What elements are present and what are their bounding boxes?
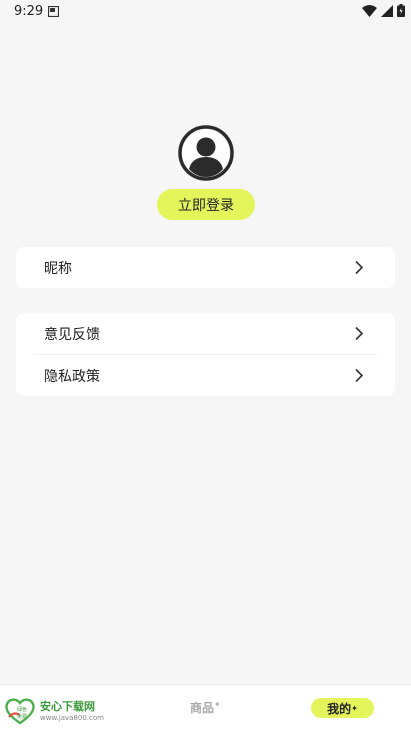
status-time: 9:29 [14,4,44,19]
signal-icon [381,4,393,17]
battery-icon [397,4,405,17]
chevron-right-icon [355,260,364,275]
wifi-icon [362,4,377,17]
nickname-card: 昵称 [16,247,395,288]
user-avatar-icon[interactable] [178,125,234,181]
status-bar: 9:29 [0,0,411,24]
svg-text:绿色: 绿色 [17,706,27,713]
tab-mine-label: 我的 [327,701,352,716]
feedback-label: 意见反馈 [44,326,100,343]
watermark-url: www.java800.com [40,714,104,722]
chevron-right-icon [355,368,364,383]
feedback-row[interactable]: 意见反馈 [16,313,395,354]
settings-card: 意见反馈 隐私政策 [16,313,395,396]
sim-card-icon [48,6,59,17]
heart-logo-icon: 绿色 免费 [5,698,35,725]
watermark-title: 安心下载网 [40,700,95,713]
nickname-row[interactable]: 昵称 [16,247,395,288]
privacy-policy-label: 隐私政策 [44,368,100,385]
nickname-label: 昵称 [44,260,72,277]
bottom-nav: 绿色 免费 安心下载网 www.java800.com 商品✦ 我的 ✦ [0,684,411,731]
sparkle-icon: ✦ [351,703,358,713]
svg-text:免费: 免费 [17,713,27,720]
sparkle-icon: ✦ [214,700,221,709]
tab-mine[interactable]: 我的 ✦ [311,698,374,718]
login-button[interactable]: 立即登录 [157,189,255,220]
tab-goods-label: 商品 [190,701,215,715]
tab-goods[interactable]: 商品✦ [190,699,221,716]
privacy-policy-row[interactable]: 隐私政策 [16,355,395,396]
chevron-right-icon [355,326,364,341]
watermark-logo: 绿色 免费 安心下载网 www.java800.com [4,695,104,725]
